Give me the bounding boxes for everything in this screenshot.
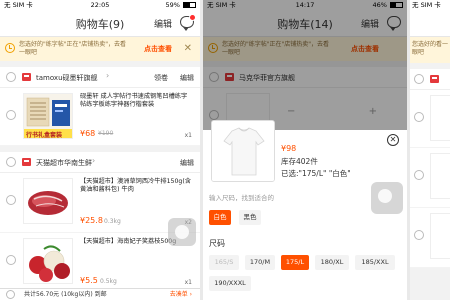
- select-all-radio[interactable]: [6, 290, 15, 299]
- product-qty: x1: [184, 279, 192, 286]
- notice-text: 您选好的看一眼吧: [412, 41, 449, 56]
- status-bar: 无 SIM 卡 22:05 59%: [0, 0, 200, 11]
- chevron-right-icon: ›: [106, 71, 110, 80]
- product-thumbnail[interactable]: [430, 213, 450, 259]
- unread-dot: [189, 14, 196, 21]
- product-price: ¥25.8: [80, 216, 103, 225]
- product-image: [211, 120, 275, 182]
- cart-item[interactable]: [410, 208, 450, 268]
- item-select-radio[interactable]: [6, 255, 16, 265]
- cart-screen-1: 无 SIM 卡 22:05 59% 购物车(9) 编辑 您选好的"练字帖"正在"…: [0, 0, 200, 300]
- cart-item[interactable]: 行书礼盒套装 砚墨轩 成人字帖行书速成钢笔凹槽练字帖练字板练字神器行楷套装 ¥6…: [0, 88, 200, 146]
- footer-summary: 共计56.70元 (10kg以内) 到邮: [24, 291, 107, 298]
- product-title[interactable]: 砚墨轩 成人字帖行书速成钢笔凹槽练字帖练字板练字神器行楷套装: [80, 93, 192, 109]
- message-icon[interactable]: [180, 14, 196, 31]
- chevron-right-icon: ›: [92, 156, 96, 165]
- battery-percent: 59%: [165, 1, 180, 9]
- item-select-radio[interactable]: [6, 195, 16, 205]
- store-icon: [430, 75, 439, 83]
- store-select-radio[interactable]: [6, 157, 16, 167]
- cart-screen-2: 无 SIM 卡 14:17 46% 购物车(14) 编辑 您选好的"练字帖"正在…: [203, 0, 407, 300]
- product-price: ¥68: [80, 129, 96, 138]
- battery-icon: [183, 2, 196, 8]
- product-thumbnail[interactable]: [430, 95, 450, 141]
- product-price: ¥5.5: [80, 276, 98, 285]
- notice-text: 您选好的"练字帖"正在"店铺热卖"，去看一眼吧: [19, 41, 127, 56]
- close-icon[interactable]: ✕: [184, 43, 192, 54]
- notice-banner: 您选好的看一眼吧: [410, 37, 450, 63]
- add-more-link[interactable]: 去凑单 ›: [170, 289, 192, 300]
- item-select-radio[interactable]: [6, 110, 16, 120]
- assistive-touch-button[interactable]: [168, 218, 196, 246]
- product-thumbnail[interactable]: [430, 153, 450, 199]
- store-header: [410, 69, 450, 90]
- size-option[interactable]: 185/XXL: [355, 255, 395, 270]
- clock-icon: [5, 43, 15, 53]
- item-select-radio[interactable]: [414, 230, 424, 240]
- store-name[interactable]: 天猫超市华南生鲜: [36, 158, 92, 168]
- item-select-radio[interactable]: [414, 112, 424, 122]
- store-edit-button[interactable]: 编辑: [180, 158, 194, 168]
- item-select-radio[interactable]: [414, 170, 424, 180]
- sku-selected: 已选:"175/L" "白色": [281, 169, 351, 178]
- cart-screen-3: 无 SIM 卡 您选好的看一眼吧: [410, 0, 450, 300]
- coupon-button[interactable]: 领卷: [154, 73, 168, 83]
- store-edit-button[interactable]: 编辑: [180, 73, 194, 83]
- product-banner-text: 行书礼盒套装: [26, 132, 63, 139]
- product-thumbnail[interactable]: [23, 238, 73, 284]
- size-option[interactable]: 180/XL: [315, 255, 349, 270]
- store-select-radio[interactable]: [6, 72, 16, 82]
- store-header: 天猫超市华南生鲜 › 编辑: [0, 152, 200, 173]
- product-spec: 0.5kg: [100, 278, 117, 285]
- cart-item[interactable]: [410, 148, 450, 208]
- store-select-radio[interactable]: [414, 74, 424, 84]
- close-icon[interactable]: ✕: [387, 134, 399, 146]
- color-option-white[interactable]: 白色: [209, 210, 231, 225]
- sku-selector-sheet: ¥98 库存402件 已选:"175/L" "白色" ✕ 输入尺码，找到适合的 …: [203, 120, 407, 300]
- store-name[interactable]: tamoxu砚墨轩旗舰: [36, 73, 98, 83]
- product-spec: 0.3kg: [104, 218, 121, 225]
- sku-price: ¥98: [281, 144, 297, 153]
- size-option[interactable]: 165/S: [209, 255, 239, 270]
- store-icon: [22, 158, 31, 166]
- sku-stock: 库存402件: [281, 157, 318, 166]
- color-option-black[interactable]: 黑色: [239, 210, 261, 225]
- nav-bar: 购物车(9) 编辑: [0, 11, 200, 37]
- product-title[interactable]: 【天猫超市】澳洲草饲西冷牛排150g(含黄油和酱料包) 牛肉: [80, 178, 192, 194]
- assistive-touch-button[interactable]: [371, 182, 403, 214]
- status-bar: 无 SIM 卡: [410, 0, 450, 11]
- size-option[interactable]: 190/XXXL: [209, 276, 251, 291]
- battery-indicator: 59%: [165, 0, 196, 11]
- notice-view-button[interactable]: 点击查看: [144, 44, 172, 54]
- store-header: tamoxu砚墨轩旗舰 › 领卷 编辑: [0, 67, 200, 88]
- edit-button[interactable]: 编辑: [154, 17, 172, 30]
- cart-item[interactable]: [410, 90, 450, 148]
- notice-banner: 您选好的"练字帖"正在"店铺热卖"，去看一眼吧 点击查看 ✕: [0, 37, 200, 61]
- size-search-input[interactable]: 输入尺码，找到适合的: [209, 192, 367, 202]
- product-qty: x1: [184, 132, 192, 139]
- store-icon: [22, 73, 31, 81]
- size-section-label: 尺码: [209, 239, 225, 248]
- size-option-selected[interactable]: 175/L: [281, 255, 309, 270]
- cart-footer: 共计56.70元 (10kg以内) 到邮 去凑单 ›: [0, 288, 200, 300]
- product-old-price: ¥190: [98, 130, 114, 137]
- size-option[interactable]: 170/M: [245, 255, 275, 270]
- nav-bar: [410, 11, 450, 37]
- product-thumbnail[interactable]: 行书礼盒套装: [23, 93, 73, 139]
- product-thumbnail[interactable]: [23, 178, 73, 224]
- carrier-label: 无 SIM 卡: [412, 1, 441, 9]
